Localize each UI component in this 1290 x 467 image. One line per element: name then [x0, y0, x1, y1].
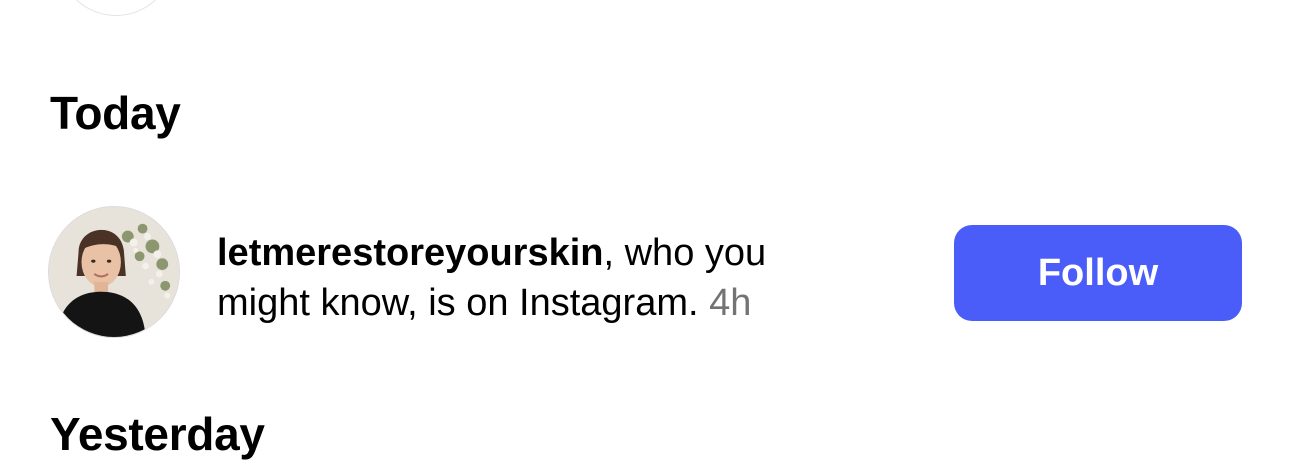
section-heading-yesterday: Yesterday: [50, 408, 265, 460]
notification-text: letmerestoreyourskin, who you might know…: [217, 228, 857, 328]
notification-row[interactable]: letmerestoreyourskin, who you might know…: [48, 206, 1248, 340]
username-link[interactable]: letmerestoreyourskin: [217, 232, 604, 274]
notification-timestamp: 4h: [709, 282, 752, 324]
profile-photo: [49, 207, 179, 337]
follow-button[interactable]: Follow: [954, 225, 1242, 321]
avatar[interactable]: [48, 206, 180, 338]
previous-item-avatar-edge: [58, 0, 174, 16]
section-heading-today: Today: [50, 87, 181, 139]
